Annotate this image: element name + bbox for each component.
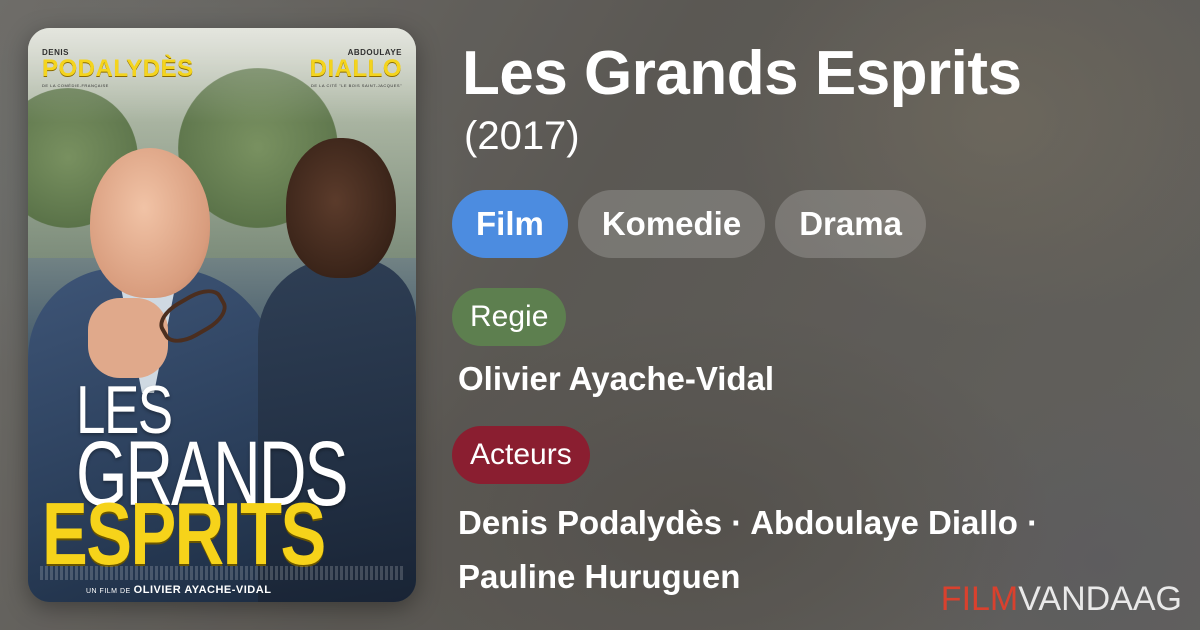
genre-chip-film[interactable]: Film <box>452 190 568 258</box>
logo-part-film: FILM <box>940 580 1019 618</box>
direction-label: Regie <box>452 288 567 346</box>
poster-actor-left: DENIS PODALYDÈS DE LA COMÉDIE-FRANÇAISE <box>42 48 194 88</box>
poster-director: UN FILM DE OLIVIER AYACHE-VIDAL <box>86 584 386 596</box>
poster-man-head <box>90 148 210 298</box>
poster-director-prefix: UN FILM DE <box>86 588 131 595</box>
movie-year: (2017) <box>464 114 580 158</box>
poster-man-hand <box>88 298 168 378</box>
genre-chip-drama[interactable]: Drama <box>775 190 926 258</box>
poster-actor-right-last: DIALLO <box>309 55 402 82</box>
movie-title: Les Grands Esprits <box>462 39 1022 108</box>
poster-credit-block <box>40 566 404 580</box>
poster-title-line3: ESPRITS <box>42 484 326 583</box>
poster-actor-left-last: PODALYDÈS <box>42 55 194 82</box>
poster-actor-left-sub: DE LA COMÉDIE-FRANÇAISE <box>42 83 109 88</box>
poster-director-name: OLIVIER AYACHE-VIDAL <box>133 584 272 596</box>
poster-boy-head <box>286 138 396 278</box>
genre-chip-komedie[interactable]: Komedie <box>577 190 766 258</box>
cast-label: Acteurs <box>452 426 590 484</box>
filmvandaag-logo[interactable]: FILMVANDAAG <box>941 580 1182 619</box>
logo-part-vandaag: VANDAAG <box>1018 580 1182 618</box>
poster-actor-right: ABDOULAYE DIALLO DE LA CITÉ "LE BOIS SAI… <box>310 48 402 88</box>
poster-actor-right-sub: DE LA CITÉ "LE BOIS SAINT-JACQUES" <box>311 83 402 88</box>
movie-poster: DENIS PODALYDÈS DE LA COMÉDIE-FRANÇAISE … <box>28 28 416 602</box>
director-name[interactable]: Olivier Ayache-Vidal <box>458 360 774 398</box>
genre-chips: Film Komedie Drama <box>452 190 926 258</box>
